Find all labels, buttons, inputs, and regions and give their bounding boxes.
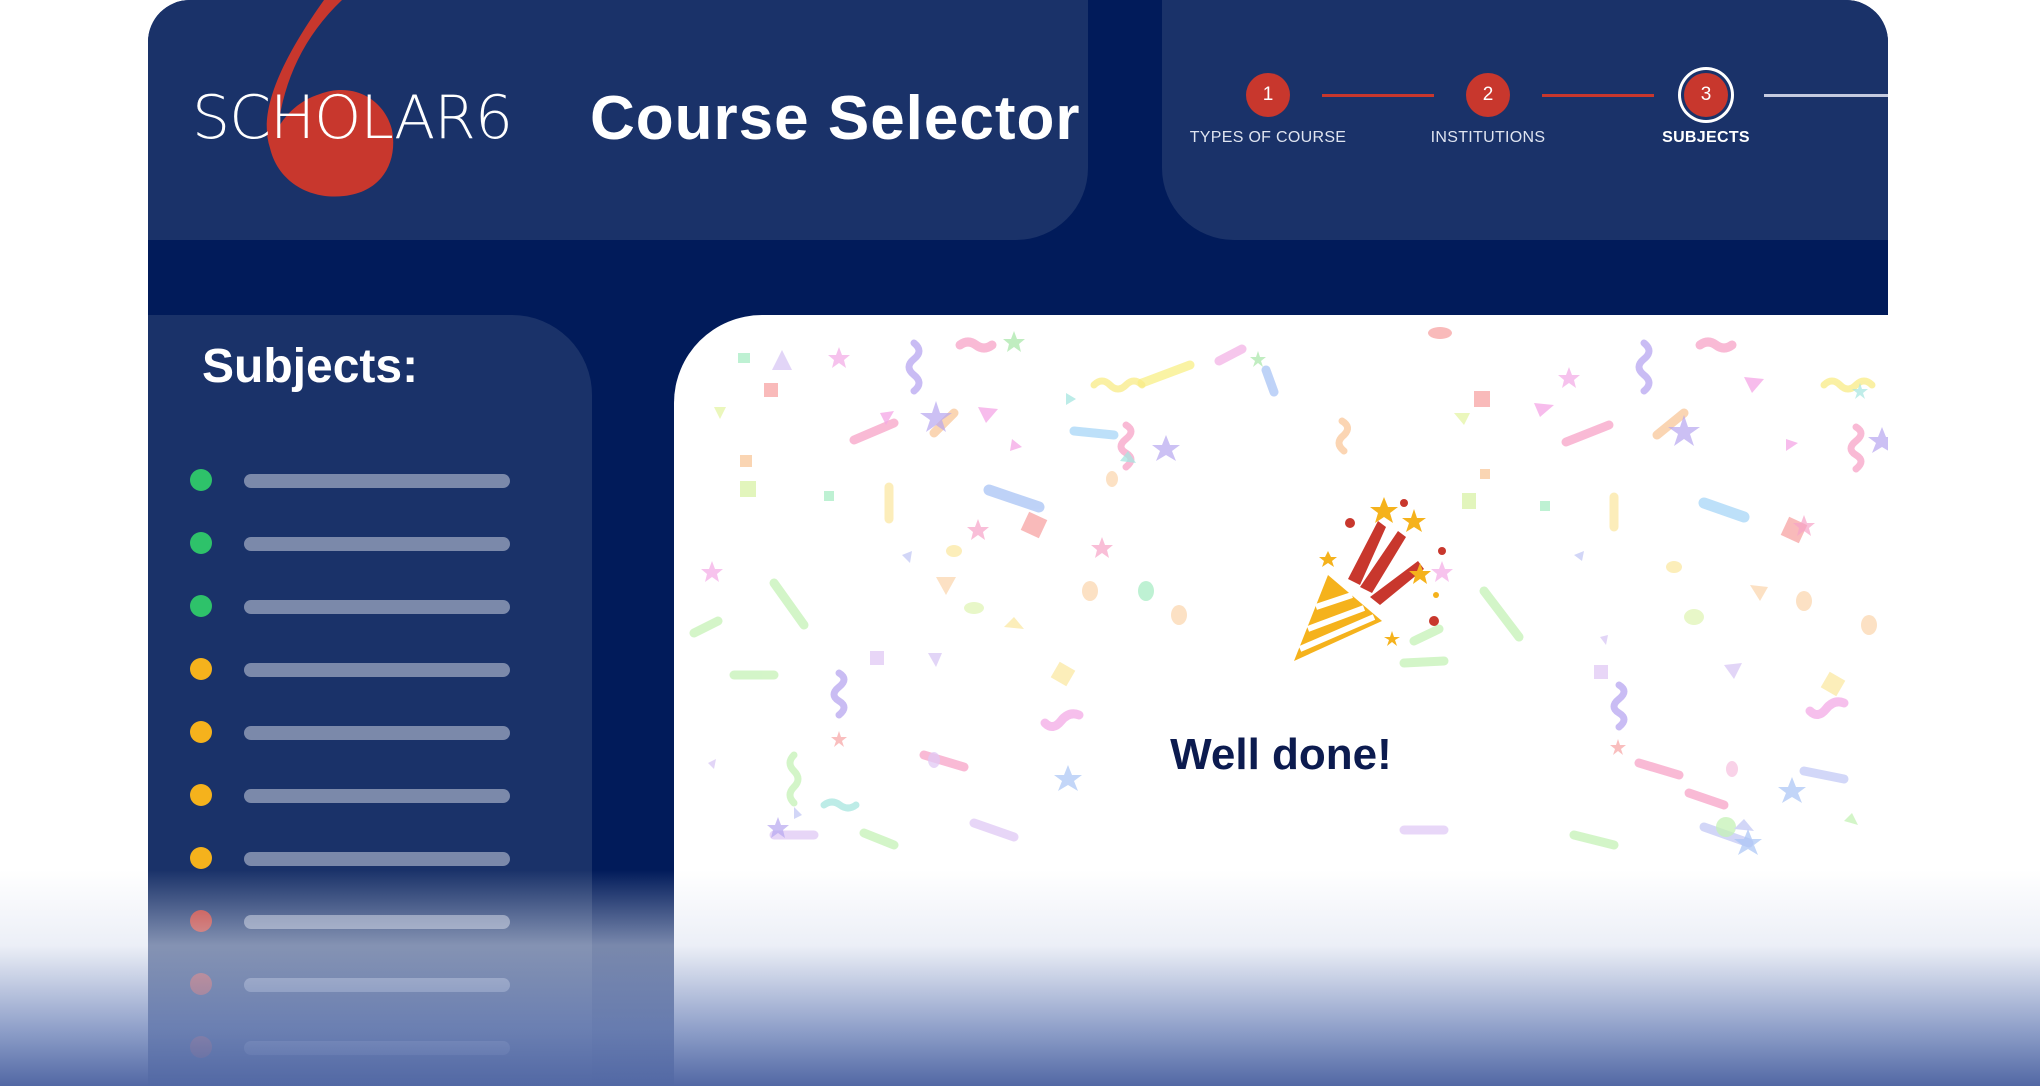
app-window: 6 SCHOLAR6 Course Selector 1 TYPES OF CO… — [148, 0, 1888, 1086]
step-institutions[interactable]: 2 INSTITUTIONS — [1388, 0, 1588, 147]
step-number: 1 — [1246, 73, 1290, 117]
step-types-of-course[interactable]: 1 TYPES OF COURSE — [1168, 0, 1368, 147]
subject-placeholder — [244, 915, 510, 929]
scholar6-logo: 6 SCHOLAR6 — [192, 0, 542, 200]
confetti-background — [689, 327, 1888, 855]
sidebar-title: Subjects: — [202, 340, 419, 393]
app-title: Course Selector — [590, 84, 1081, 153]
status-dot-red — [190, 973, 212, 995]
step-label: INSTITUTIONS — [1430, 129, 1546, 146]
status-dot-green — [190, 469, 212, 491]
step-label: SUBJECTS — [1662, 129, 1750, 146]
subject-item[interactable] — [190, 907, 590, 935]
subject-item[interactable] — [190, 781, 590, 809]
subject-placeholder — [244, 1041, 510, 1055]
step-number: 2 — [1466, 73, 1510, 117]
step-label: TYPES OF COURSE — [1189, 129, 1347, 146]
well-done-message: Well done! — [1170, 730, 1392, 779]
subject-item[interactable] — [190, 529, 590, 557]
subject-placeholder — [244, 978, 510, 992]
subject-item[interactable] — [190, 718, 590, 746]
status-dot-red — [190, 910, 212, 932]
logo-wordmark: SCHOLAR6 — [192, 83, 513, 153]
subject-placeholder — [244, 726, 510, 740]
subject-item[interactable] — [190, 466, 590, 494]
header-brand-panel: 6 SCHOLAR6 Course Selector — [148, 0, 1088, 240]
status-dot-amber — [190, 658, 212, 680]
party-popper-icon — [1294, 497, 1446, 661]
status-dot-green — [190, 532, 212, 554]
step-number: 3 — [1684, 73, 1728, 117]
completion-panel: Well done! — [674, 315, 1888, 1086]
step-subjects[interactable]: 3 SUBJECTS — [1606, 0, 1806, 147]
progress-stepper: 1 TYPES OF COURSE 2 INSTITUTIONS 3 SUBJE… — [1162, 0, 1888, 240]
subject-placeholder — [244, 474, 510, 488]
status-dot-red — [190, 1036, 212, 1058]
status-dot-green — [190, 595, 212, 617]
subject-placeholder — [244, 600, 510, 614]
subject-item[interactable] — [190, 655, 590, 683]
subject-item[interactable] — [190, 1033, 590, 1061]
subject-placeholder — [244, 789, 510, 803]
status-dot-amber — [190, 784, 212, 806]
subject-item[interactable] — [190, 844, 590, 872]
status-dot-amber — [190, 847, 212, 869]
status-dot-amber — [190, 721, 212, 743]
subject-placeholder — [244, 663, 510, 677]
subject-item[interactable] — [190, 970, 590, 998]
subject-item[interactable] — [190, 592, 590, 620]
subject-placeholder — [244, 852, 510, 866]
subject-placeholder — [244, 537, 510, 551]
